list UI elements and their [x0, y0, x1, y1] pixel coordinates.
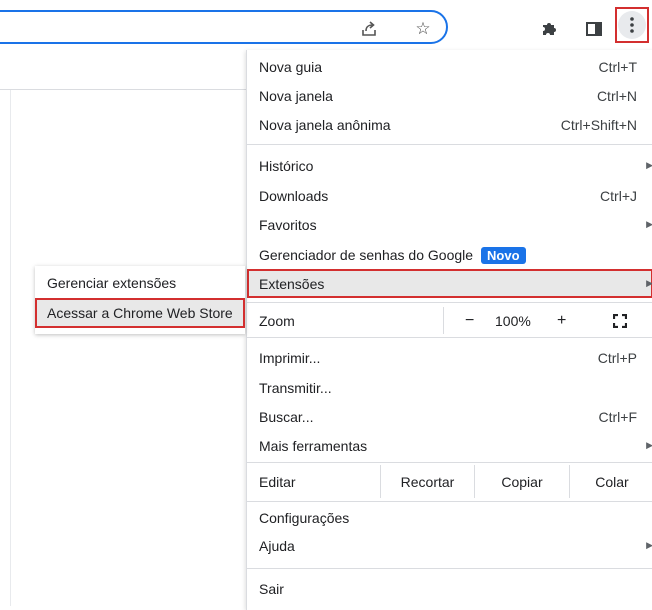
shortcut-label: Ctrl+T: [598, 58, 638, 75]
menu-item-password-manager[interactable]: Gerenciador de senhas do Google Novo: [247, 240, 652, 269]
menu-item-history[interactable]: Histórico ▶: [247, 151, 652, 180]
menu-item-label: Buscar...: [259, 408, 314, 425]
bookmark-star-icon[interactable]: ☆: [412, 18, 434, 40]
shortcut-label: Ctrl+N: [596, 87, 637, 104]
more-vert-icon: [618, 11, 646, 39]
extensions-submenu: Gerenciar extensões Acessar a Chrome Web…: [35, 266, 245, 334]
menu-item-label: Gerenciador de senhas do Google Novo: [259, 246, 526, 264]
menu-item-help[interactable]: Ajuda ▶: [247, 531, 652, 560]
menu-item-find[interactable]: Buscar... Ctrl+F: [247, 402, 652, 431]
menu-item-label: Nova janela anônima: [259, 116, 391, 133]
submenu-item-chrome-web-store[interactable]: Acessar a Chrome Web Store: [35, 298, 245, 328]
submenu-arrow-icon: ▶: [646, 219, 652, 229]
submenu-item-manage-extensions[interactable]: Gerenciar extensões: [35, 268, 245, 298]
menu-item-label: Ajuda: [259, 537, 295, 554]
fullscreen-icon[interactable]: [613, 305, 627, 336]
edit-label: Editar: [259, 473, 296, 490]
copy-button[interactable]: Copiar: [474, 465, 569, 498]
menu-item-settings[interactable]: Configurações: [247, 503, 652, 532]
menu-separator: [247, 501, 652, 502]
menu-separator: [247, 337, 652, 338]
menu-item-cast[interactable]: Transmitir...: [247, 373, 652, 402]
zoom-out-button[interactable]: −: [465, 305, 474, 336]
menu-separator: [247, 302, 652, 303]
submenu-arrow-icon: ▶: [646, 278, 652, 288]
submenu-arrow-icon: ▶: [646, 440, 652, 450]
menu-item-extensions[interactable]: Extensões ▶: [247, 269, 652, 298]
page-edge: [10, 90, 11, 606]
edit-row: Editar Recortar Copiar Colar: [247, 465, 652, 498]
menu-item-exit[interactable]: Sair: [247, 574, 652, 603]
cut-button[interactable]: Recortar: [380, 465, 474, 498]
zoom-label: Zoom: [259, 312, 295, 329]
menu-item-label: Sair: [259, 580, 284, 597]
chrome-main-menu: Nova guia Ctrl+T Nova janela Ctrl+N Nova…: [246, 50, 652, 610]
share-icon[interactable]: [358, 18, 380, 40]
submenu-arrow-icon: ▶: [646, 160, 652, 170]
paste-button[interactable]: Colar: [569, 465, 652, 498]
menu-separator: [247, 462, 652, 463]
menu-item-label: Nova guia: [259, 58, 323, 75]
zoom-level: 100%: [495, 312, 531, 329]
submenu-item-label: Acessar a Chrome Web Store: [47, 305, 233, 321]
menu-item-print[interactable]: Imprimir... Ctrl+P: [247, 343, 652, 372]
menu-item-label: Extensões: [259, 275, 325, 292]
menu-item-label: Downloads: [259, 187, 329, 204]
menu-item-label: Configurações: [259, 509, 350, 526]
side-panel-icon[interactable]: [583, 18, 605, 40]
submenu-arrow-icon: ▶: [646, 540, 652, 550]
menu-item-new-tab[interactable]: Nova guia Ctrl+T: [247, 52, 652, 81]
shortcut-label: Ctrl+F: [598, 408, 638, 425]
menu-item-label: Nova janela: [259, 87, 333, 104]
menu-item-downloads[interactable]: Downloads Ctrl+J: [247, 181, 652, 210]
shortcut-label: Ctrl+Shift+N: [560, 116, 637, 133]
menu-separator: [247, 144, 652, 145]
menu-item-new-window[interactable]: Nova janela Ctrl+N: [247, 81, 652, 110]
menu-item-label: Histórico: [259, 157, 314, 174]
password-manager-label: Gerenciador de senhas do Google: [259, 246, 474, 263]
address-bar[interactable]: [0, 10, 448, 44]
extensions-puzzle-icon[interactable]: [538, 18, 560, 40]
more-menu-button[interactable]: [615, 7, 649, 43]
menu-item-label: Favoritos: [259, 216, 317, 233]
new-badge: Novo: [481, 246, 526, 264]
shortcut-label: Ctrl+J: [600, 187, 637, 204]
menu-separator: [247, 568, 652, 569]
zoom-row: Zoom − 100% +: [247, 305, 652, 336]
menu-item-more-tools[interactable]: Mais ferramentas ▶: [247, 431, 652, 460]
zoom-divider: [443, 307, 444, 334]
menu-item-label: Imprimir...: [259, 349, 321, 366]
menu-item-label: Mais ferramentas: [259, 437, 368, 454]
shortcut-label: Ctrl+P: [597, 349, 637, 366]
menu-item-incognito[interactable]: Nova janela anônima Ctrl+Shift+N: [247, 110, 652, 139]
toolbar-divider: [0, 89, 246, 90]
menu-item-label: Transmitir...: [259, 379, 332, 396]
zoom-in-button[interactable]: +: [557, 305, 566, 336]
submenu-item-label: Gerenciar extensões: [47, 275, 177, 291]
menu-item-bookmarks[interactable]: Favoritos ▶: [247, 210, 652, 239]
